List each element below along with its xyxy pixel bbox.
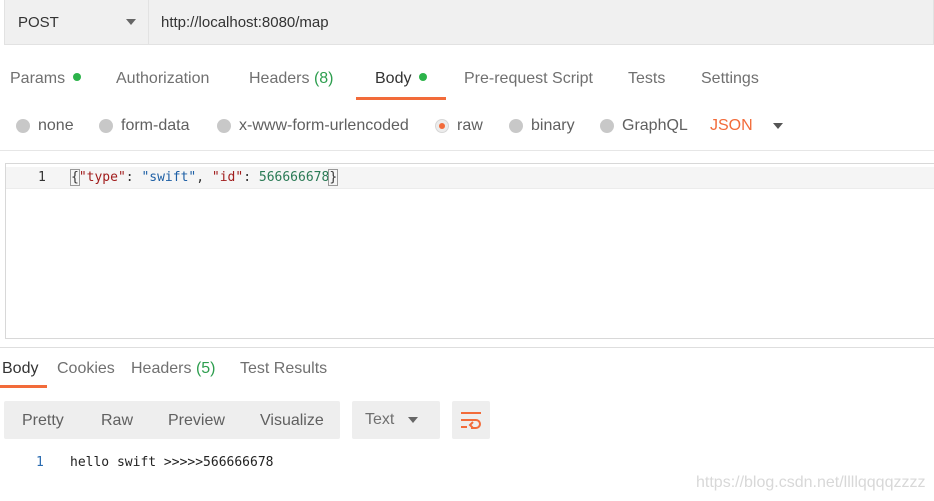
view-mode-group: Pretty Raw Preview Visualize <box>4 401 340 439</box>
json-value-id: 566666678 <box>258 170 330 185</box>
tab-params-label: Params <box>10 70 66 87</box>
headers-count: (8) <box>313 70 334 87</box>
radio-graphql[interactable]: GraphQL <box>600 117 688 135</box>
radio-circle-icon <box>99 119 113 133</box>
active-response-tab-underline <box>0 385 47 388</box>
response-tab-test-results[interactable]: Test Results <box>240 360 327 378</box>
radio-circle-icon <box>217 119 231 133</box>
chevron-down-icon <box>772 123 783 129</box>
tab-headers-label: Headers <box>249 70 310 87</box>
response-headers-count: (5) <box>195 360 216 377</box>
active-tab-underline <box>356 97 446 100</box>
view-raw-button[interactable]: Raw <box>101 412 133 430</box>
json-value-type: "swift" <box>141 170 197 185</box>
view-preview-button[interactable]: Preview <box>168 412 225 430</box>
response-line-number: 1 <box>36 455 44 470</box>
radio-raw-label: raw <box>457 117 483 134</box>
json-colon: : <box>125 170 142 185</box>
json-key-type: "type" <box>78 170 126 185</box>
wrap-lines-icon <box>461 412 481 429</box>
response-tabs: Body Cookies Headers (5) Test Results <box>0 356 934 390</box>
radio-urlencoded-label: x-www-form-urlencoded <box>239 117 409 134</box>
wrap-lines-button[interactable] <box>452 401 490 439</box>
radio-form-data-label: form-data <box>121 117 190 134</box>
request-tabs: Params Authorization Headers (8) Body Pr… <box>0 60 934 100</box>
radio-none[interactable]: none <box>16 117 74 135</box>
response-tab-cookies[interactable]: Cookies <box>57 360 115 378</box>
language-label: JSON <box>710 117 753 134</box>
radio-circle-icon <box>509 119 523 133</box>
line-number: 1 <box>38 170 46 185</box>
code-line: {"type": "swift", "id": 566666678} <box>70 169 339 186</box>
radio-binary[interactable]: binary <box>509 117 575 135</box>
view-pretty-button[interactable]: Pretty <box>22 412 64 430</box>
url-bar: POST http://localhost:8080/map <box>4 0 934 45</box>
chevron-down-icon <box>408 417 419 423</box>
response-format-label: Text <box>365 411 395 428</box>
url-input[interactable]: http://localhost:8080/map <box>149 0 933 44</box>
section-divider <box>0 150 934 151</box>
tab-pre-request-script[interactable]: Pre-request Script <box>464 70 593 88</box>
radio-selected-icon <box>435 119 449 133</box>
radio-form-data[interactable]: form-data <box>99 117 189 135</box>
json-colon: : <box>243 170 259 185</box>
tab-tests[interactable]: Tests <box>628 70 665 88</box>
request-body-editor[interactable]: 1 {"type": "swift", "id": 566666678} <box>5 163 934 339</box>
json-key-id: "id" <box>211 170 244 185</box>
response-tab-headers[interactable]: Headers (5) <box>131 360 216 378</box>
chevron-down-icon <box>126 19 136 25</box>
response-divider <box>0 347 934 348</box>
tab-authorization[interactable]: Authorization <box>116 70 209 88</box>
radio-raw[interactable]: raw <box>435 117 483 135</box>
body-type-options: none form-data x-www-form-urlencoded raw… <box>0 112 934 140</box>
tab-headers[interactable]: Headers (8) <box>249 70 334 88</box>
tab-params[interactable]: Params <box>10 70 82 88</box>
method-select[interactable]: POST <box>5 0 149 44</box>
watermark: https://blog.csdn.net/llllqqqqzzzz <box>696 474 926 491</box>
response-body-text: hello swift >>>>>566666678 <box>70 455 274 470</box>
radio-graphql-label: GraphQL <box>622 117 688 134</box>
language-select[interactable]: JSON <box>710 117 783 135</box>
tab-settings[interactable]: Settings <box>701 70 759 88</box>
open-brace: { <box>70 169 80 186</box>
radio-circle-icon <box>16 119 30 133</box>
close-brace: } <box>328 169 339 186</box>
radio-none-label: none <box>38 117 74 134</box>
method-label: POST <box>18 13 59 31</box>
json-comma: , <box>196 170 212 185</box>
tab-body[interactable]: Body <box>375 70 428 88</box>
response-format-select[interactable]: Text <box>352 401 440 439</box>
active-dot-icon <box>419 73 428 81</box>
response-tab-body[interactable]: Body <box>2 360 38 378</box>
response-tab-headers-label: Headers <box>131 360 192 377</box>
active-dot-icon <box>73 73 82 81</box>
view-visualize-button[interactable]: Visualize <box>260 412 324 430</box>
radio-urlencoded[interactable]: x-www-form-urlencoded <box>217 117 409 135</box>
radio-binary-label: binary <box>531 117 575 134</box>
tab-body-label: Body <box>375 70 412 87</box>
radio-circle-icon <box>600 119 614 133</box>
